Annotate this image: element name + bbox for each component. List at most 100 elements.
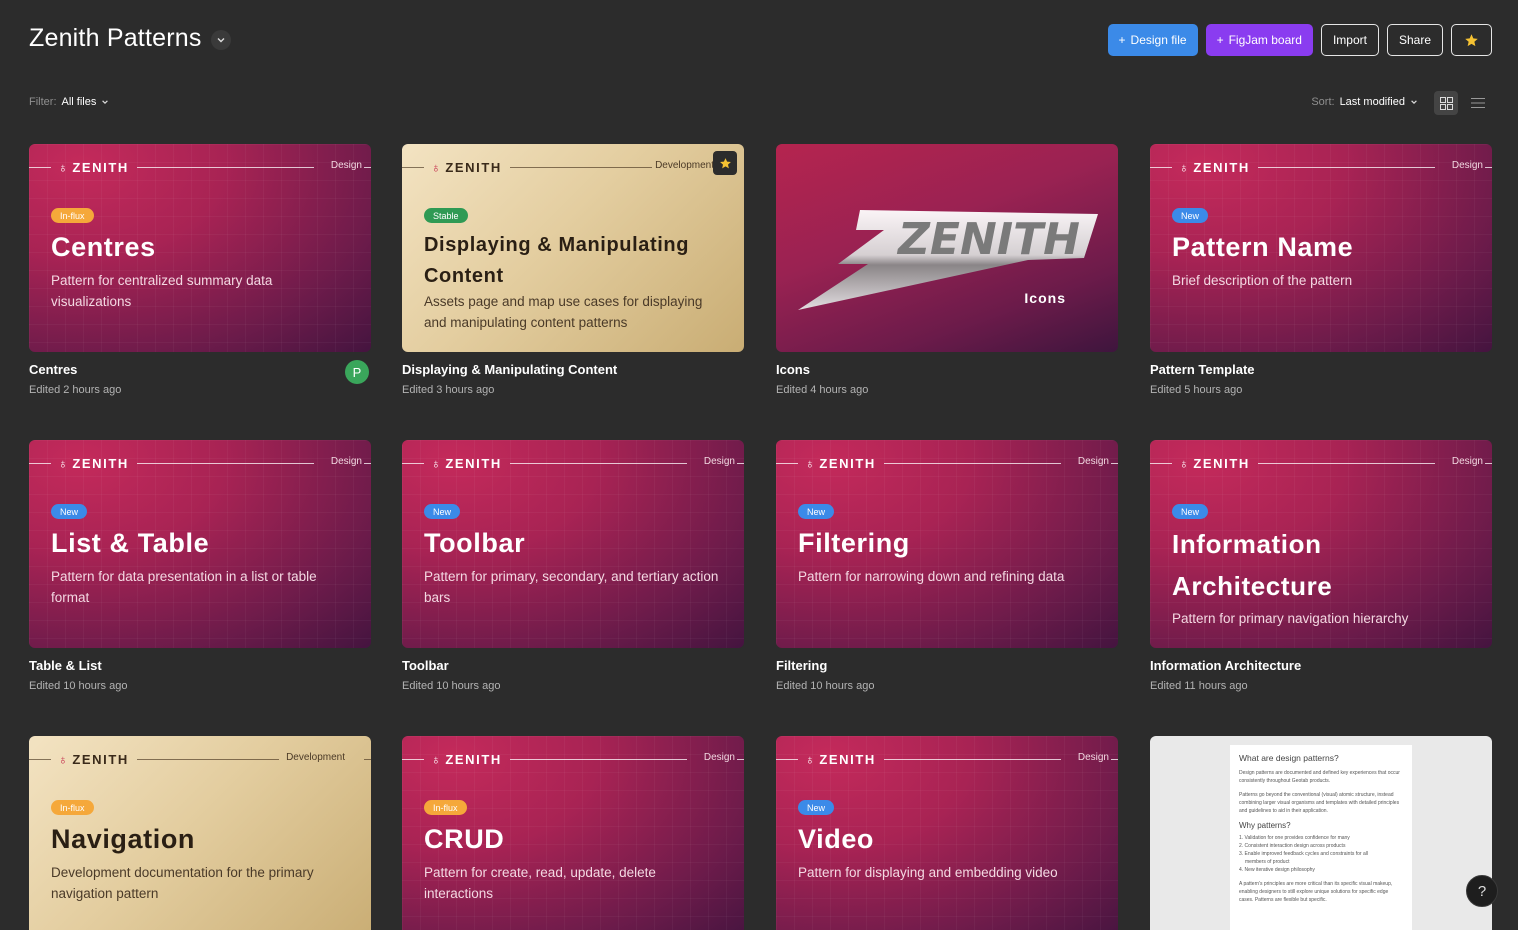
favorite-badge[interactable] bbox=[713, 151, 737, 175]
divider bbox=[1485, 167, 1492, 168]
filter-control[interactable]: Filter: All files bbox=[29, 96, 109, 108]
list-view-button[interactable] bbox=[1466, 91, 1490, 115]
file-name[interactable]: Pattern Template bbox=[1150, 362, 1492, 377]
plus-icon: + bbox=[1216, 33, 1224, 47]
doc-list-item: 3. Enable improved feedback cycles and c… bbox=[1239, 851, 1368, 857]
doc-list-item: 2. Consistent interaction design across … bbox=[1239, 843, 1346, 849]
file-card[interactable]: ♁ ZENITH Design New Video Pattern for dis… bbox=[776, 736, 1118, 930]
status-badge: New bbox=[1172, 208, 1209, 223]
divider bbox=[737, 463, 744, 464]
type-label: Development bbox=[286, 752, 345, 763]
sort-value[interactable]: Last modified bbox=[1340, 96, 1405, 108]
file-thumbnail[interactable]: ♁ ZENITH Design New List & Table Pattern … bbox=[29, 440, 371, 648]
divider bbox=[137, 167, 314, 168]
file-thumbnail[interactable]: ♁ ZENITH Development In-flux Navigation D… bbox=[29, 736, 371, 930]
zenith-brand: ♁ ZENITH bbox=[431, 160, 502, 175]
new-design-file-button[interactable]: + Design file bbox=[1107, 24, 1198, 56]
star-icon bbox=[719, 157, 731, 168]
share-button[interactable]: Share bbox=[1386, 24, 1443, 56]
file-card[interactable]: ♁ ZENITH Design New Filtering Pattern for… bbox=[776, 440, 1118, 692]
thumbnail-description: Pattern for narrowing down and refining … bbox=[798, 569, 1065, 584]
file-card[interactable]: ♁ ZENITH Development Stable Displaying & … bbox=[402, 144, 744, 396]
file-name[interactable]: Table & List bbox=[29, 658, 371, 673]
chevron-down-icon bbox=[102, 100, 109, 105]
thumbnail-title: Displaying & Manipulating Content bbox=[424, 234, 690, 287]
zenith-brand: ♁ ZENITH bbox=[431, 752, 502, 767]
brand-text: ZENITH bbox=[445, 456, 502, 471]
brand-text: ZENITH bbox=[72, 456, 129, 471]
doc-heading: What are design patterns? bbox=[1239, 753, 1339, 763]
doc-list-item: 4. New iterative design philosophy bbox=[1239, 867, 1315, 873]
project-title[interactable]: Zenith Patterns bbox=[29, 24, 202, 53]
zenith-logo-icon: ♁ bbox=[58, 456, 70, 471]
file-card[interactable]: ♁ ZENITH Design In-flux Centres Pattern f… bbox=[29, 144, 371, 396]
brand-row: ♁ ZENITH Development bbox=[402, 160, 744, 175]
file-card[interactable]: ♁ ZENITH Design New Information Architect… bbox=[1150, 440, 1492, 692]
zenith-brand: ♁ ZENITH bbox=[805, 456, 876, 471]
file-thumbnail[interactable]: ♁ ZENITH Design New Pattern Name Brief de… bbox=[1150, 144, 1492, 352]
brand-text: ZENITH bbox=[72, 160, 129, 175]
edited-time: Edited 4 hours ago bbox=[776, 384, 869, 396]
file-card[interactable]: ♁ ZENITH Design In-flux CRUD Pattern for … bbox=[402, 736, 744, 930]
file-card[interactable]: ♁ ZENITH Design New Pattern Name Brief de… bbox=[1150, 144, 1492, 396]
brand-row: ♁ ZENITH Design bbox=[29, 456, 371, 471]
filter-label: Filter: bbox=[29, 96, 57, 108]
type-label: Design bbox=[1451, 160, 1483, 171]
divider bbox=[364, 167, 371, 168]
thumbnail-description: Pattern for primary, secondary, and tert… bbox=[424, 569, 719, 605]
file-thumbnail[interactable]: ♁ ZENITH Design In-flux CRUD Pattern for … bbox=[402, 736, 744, 930]
type-label: Design bbox=[703, 752, 735, 763]
file-name[interactable]: Filtering bbox=[776, 658, 1118, 673]
thumbnail-title: Video bbox=[798, 824, 875, 854]
thumbnail-description: Development documentation for the primar… bbox=[51, 865, 314, 901]
import-button[interactable]: Import bbox=[1320, 24, 1379, 56]
chevron-down-icon bbox=[1411, 100, 1417, 105]
file-thumbnail[interactable]: ♁ ZENITH Design New Toolbar Pattern for p… bbox=[402, 440, 744, 648]
zenith-brand: ♁ ZENITH bbox=[1179, 456, 1250, 471]
status-badge: New bbox=[798, 504, 835, 519]
file-card[interactable]: What are design patterns? Design pattern… bbox=[1150, 736, 1492, 930]
zenith-brand: ♁ ZENITH bbox=[58, 752, 129, 767]
divider bbox=[884, 463, 1061, 464]
file-thumbnail[interactable]: What are design patterns? Design pattern… bbox=[1150, 736, 1492, 930]
file-name[interactable]: Displaying & Manipulating Content bbox=[402, 362, 744, 377]
brand-row: ♁ ZENITH Development bbox=[29, 752, 371, 767]
file-thumbnail[interactable]: ♁ ZENITH Design New Video Pattern for dis… bbox=[776, 736, 1118, 930]
edited-time: Edited 10 hours ago bbox=[776, 680, 875, 692]
file-name[interactable]: Icons bbox=[776, 362, 1118, 377]
file-thumbnail[interactable]: ♁ ZENITH Development Stable Displaying & … bbox=[402, 144, 744, 352]
edited-time: Edited 10 hours ago bbox=[402, 680, 501, 692]
file-thumbnail[interactable]: ♁ ZENITH Design In-flux Centres Pattern f… bbox=[29, 144, 371, 352]
grid-view-button[interactable] bbox=[1434, 91, 1458, 115]
thumbnail-title: Information Architecture bbox=[1172, 529, 1333, 601]
new-figjam-board-button[interactable]: + FigJam board bbox=[1205, 24, 1313, 56]
thumbnail-title: Pattern Name bbox=[1172, 232, 1354, 262]
brand-text: ZENITH bbox=[819, 752, 876, 767]
favorite-project-button[interactable] bbox=[1451, 24, 1492, 56]
plus-icon: + bbox=[1118, 33, 1126, 47]
file-card[interactable]: ♁ ZENITH Design New Toolbar Pattern for p… bbox=[402, 440, 744, 692]
divider bbox=[402, 759, 424, 760]
file-thumbnail[interactable]: ♁ ZENITH Design New Filtering Pattern for… bbox=[776, 440, 1118, 648]
help-button[interactable]: ? bbox=[1466, 875, 1498, 907]
divider bbox=[402, 167, 424, 168]
file-card[interactable]: ♁ ZENITH Development In-flux Navigation D… bbox=[29, 736, 371, 930]
thumbnail-title: CRUD bbox=[424, 824, 505, 854]
file-name[interactable]: Centres bbox=[29, 362, 371, 377]
sort-control[interactable]: Sort: Last modified bbox=[1311, 96, 1418, 108]
design-file-label: Design file bbox=[1130, 33, 1187, 47]
avatar[interactable]: P bbox=[345, 360, 369, 384]
file-card[interactable]: ZENITH Icons Icons Edited 4 hours ago bbox=[776, 144, 1118, 396]
zenith-brand: ♁ ZENITH bbox=[431, 456, 502, 471]
file-name[interactable]: Information Architecture bbox=[1150, 658, 1492, 673]
file-thumbnail[interactable]: ♁ ZENITH Design New Information Architect… bbox=[1150, 440, 1492, 648]
file-name[interactable]: Toolbar bbox=[402, 658, 744, 673]
divider bbox=[1111, 759, 1118, 760]
file-thumbnail[interactable]: ZENITH Icons bbox=[776, 144, 1118, 352]
status-badge: In-flux bbox=[51, 800, 94, 815]
chevron-down-icon[interactable] bbox=[211, 30, 231, 50]
filter-value[interactable]: All files bbox=[62, 96, 97, 108]
file-card[interactable]: ♁ ZENITH Design New List & Table Pattern … bbox=[29, 440, 371, 692]
brand-row: ♁ ZENITH Design bbox=[776, 456, 1118, 471]
status-badge: New bbox=[51, 504, 88, 519]
